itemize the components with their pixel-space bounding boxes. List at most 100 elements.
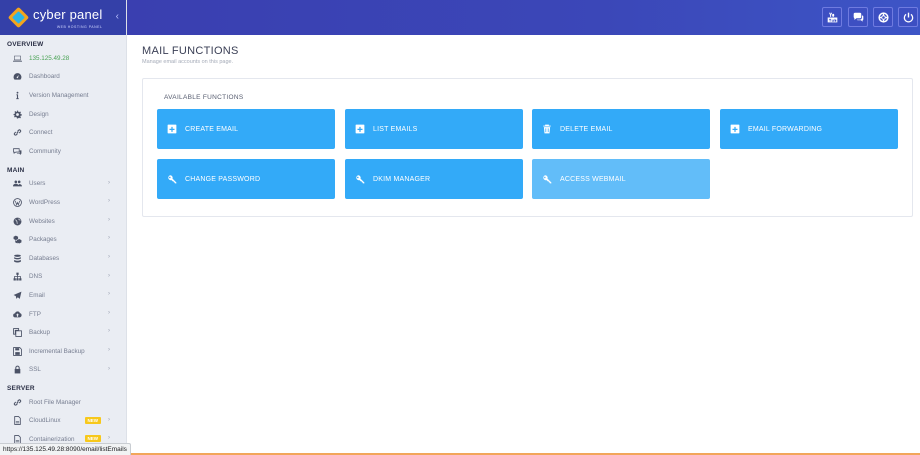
- sidebar-item-label: 135.125.49.28: [29, 54, 70, 62]
- sidebar-item-incremental-backup[interactable]: Incremental Backup ›: [0, 342, 126, 361]
- brand[interactable]: cyber panel WEB HOSTING PANEL: [33, 6, 102, 29]
- chevron-right-icon: ›: [108, 253, 110, 260]
- plus-square-icon: [355, 124, 365, 134]
- available-functions-panel: AVAILABLE FUNCTIONS CREATE EMAIL LIST EM…: [142, 78, 913, 217]
- comments-icon: [853, 12, 863, 22]
- file-icon: [13, 416, 22, 426]
- sidebar-item-backup[interactable]: Backup ›: [0, 323, 126, 342]
- sidebar-item-root-file-manager[interactable]: Root File Manager: [0, 393, 126, 412]
- chevron-right-icon: ›: [108, 291, 110, 298]
- sidebar-item-label: Packages: [29, 236, 57, 244]
- page-description: Manage email accounts on this page.: [142, 59, 234, 65]
- chevron-right-icon: ›: [108, 272, 110, 279]
- function-label: ACCESS WEBMAIL: [560, 175, 626, 183]
- info-icon: [13, 91, 22, 100]
- plus-square-icon: [730, 124, 740, 134]
- sitemap-icon: [13, 272, 22, 281]
- create-email-button[interactable]: CREATE EMAIL: [157, 109, 335, 149]
- section-title-main: MAIN: [7, 166, 25, 174]
- sidebar-item-label: DNS: [29, 273, 43, 281]
- access-webmail-button[interactable]: ACCESS WEBMAIL: [532, 159, 710, 199]
- sidebar-item-label: SSL: [29, 366, 41, 374]
- main-content: MAIL FUNCTIONS Manage email accounts on …: [127, 35, 920, 455]
- sidebar-item-label: Incremental Backup: [29, 347, 85, 355]
- sidebar: cyber panel WEB HOSTING PANEL ‹ OVERVIEW…: [0, 0, 127, 455]
- sidebar-item-email[interactable]: Email ›: [0, 286, 126, 305]
- function-label: DELETE EMAIL: [560, 125, 613, 133]
- brand-tagline: WEB HOSTING PANEL: [56, 25, 103, 29]
- sidebar-item-dns[interactable]: DNS ›: [0, 268, 126, 287]
- change-password-button[interactable]: CHANGE PASSWORD: [157, 159, 335, 199]
- page-title: MAIL FUNCTIONS: [142, 45, 239, 57]
- laptop-icon: [13, 54, 22, 63]
- key-icon: [355, 174, 365, 184]
- wordpress-icon: [13, 198, 22, 207]
- top-bar: [127, 0, 920, 35]
- sidebar-item-packages[interactable]: Packages ›: [0, 230, 126, 249]
- sidebar-item-ftp[interactable]: FTP ›: [0, 305, 126, 324]
- chevron-right-icon: ›: [108, 309, 110, 316]
- copy-icon: [13, 328, 22, 337]
- chevron-right-icon: ›: [108, 435, 110, 442]
- sidebar-item-server-ip[interactable]: 135.125.49.28: [0, 49, 126, 68]
- chevron-right-icon: ›: [108, 179, 110, 186]
- sidebar-item-community[interactable]: Community: [0, 142, 126, 161]
- chevron-right-icon: ›: [108, 198, 110, 205]
- sidebar-item-label: Email: [29, 291, 45, 299]
- sidebar-item-users[interactable]: Users ›: [0, 175, 126, 194]
- paper-plane-icon: [13, 291, 22, 300]
- sidebar-item-wordpress[interactable]: WordPress ›: [0, 193, 126, 212]
- sidebar-item-label: Websites: [29, 217, 55, 225]
- sidebar-item-label: Databases: [29, 254, 60, 262]
- list-emails-button[interactable]: LIST EMAILS: [345, 109, 523, 149]
- support-button[interactable]: [873, 7, 893, 27]
- link-icon: [13, 398, 22, 407]
- power-button[interactable]: [898, 7, 918, 27]
- cloud-upload-icon: [13, 310, 22, 319]
- sidebar-item-label: Users: [29, 180, 46, 188]
- database-icon: [13, 254, 22, 263]
- sidebar-item-label: CloudLinux: [29, 417, 61, 425]
- trash-icon: [542, 124, 552, 134]
- section-title-overview: OVERVIEW: [7, 41, 44, 48]
- function-label: EMAIL FORWARDING: [748, 125, 823, 133]
- youtube-button[interactable]: [822, 7, 842, 27]
- save-icon: [13, 346, 22, 356]
- email-forwarding-button[interactable]: EMAIL FORWARDING: [720, 109, 898, 149]
- users-icon: [13, 179, 22, 188]
- sidebar-item-databases[interactable]: Databases ›: [0, 249, 126, 268]
- sidebar-item-dashboard[interactable]: Dashboard: [0, 68, 126, 87]
- chat-button[interactable]: [848, 7, 868, 27]
- delete-email-button[interactable]: DELETE EMAIL: [532, 109, 710, 149]
- comments-icon: [13, 147, 22, 156]
- gear-icon: [13, 110, 22, 119]
- new-badge: NEW: [84, 435, 101, 443]
- sidebar-collapse-button[interactable]: ‹: [116, 11, 119, 22]
- new-badge: NEW: [84, 416, 101, 424]
- section-title-server: SERVER: [7, 385, 35, 393]
- cyberpanel-logo-icon: [7, 6, 30, 29]
- sidebar-item-ssl[interactable]: SSL ›: [0, 361, 126, 380]
- sidebar-item-label: Dashboard: [29, 73, 60, 81]
- chevron-right-icon: ›: [108, 235, 110, 242]
- sidebar-item-cloudlinux[interactable]: CloudLinux NEW ›: [0, 412, 126, 431]
- sidebar-item-label: FTP: [29, 310, 41, 318]
- sidebar-item-label: Connect: [29, 129, 53, 137]
- chevron-right-icon: ›: [108, 416, 110, 423]
- sidebar-item-connect[interactable]: Connect: [0, 123, 126, 142]
- sidebar-item-label: Root File Manager: [29, 398, 81, 406]
- chevron-right-icon: ›: [108, 365, 110, 372]
- sidebar-item-websites[interactable]: Websites ›: [0, 212, 126, 231]
- power-icon: [903, 12, 913, 22]
- function-label: LIST EMAILS: [373, 125, 418, 133]
- function-label: CHANGE PASSWORD: [185, 175, 261, 183]
- sidebar-item-version-management[interactable]: Version Management: [0, 86, 126, 105]
- lock-icon: [13, 365, 22, 374]
- sidebar-item-design[interactable]: Design: [0, 105, 126, 124]
- plus-square-icon: [167, 124, 177, 134]
- panel-title: AVAILABLE FUNCTIONS: [164, 94, 244, 101]
- key-icon: [542, 174, 552, 184]
- dkim-manager-button[interactable]: DKIM MANAGER: [345, 159, 523, 199]
- browser-status-bar: https://135.125.49.28:8090/email/listEma…: [0, 443, 131, 455]
- sidebar-item-label: Backup: [29, 329, 51, 337]
